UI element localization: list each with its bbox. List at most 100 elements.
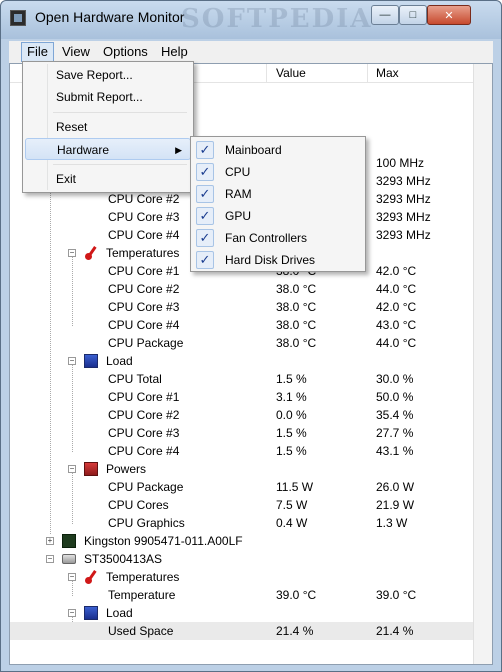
menu-item-label: Hard Disk Drives [225,253,316,267]
submenu-item-mainboard[interactable]: ✓ Mainboard [193,139,363,161]
menu-item-exit[interactable]: Exit [25,168,191,190]
minimize-button[interactable]: — [371,5,399,25]
tree-row[interactable]: CPU Core #4 38.0 °C 43.0 °C [10,316,474,334]
submenu-item-fan-controllers[interactable]: ✓ Fan Controllers [193,227,363,249]
tree-row[interactable]: CPU Core #4 1.5 % 43.1 % [10,442,474,460]
checkmark-icon: ✓ [196,251,214,269]
menu-item-save-report[interactable]: Save Report... [25,64,191,86]
menu-item-label: Hardware [57,143,110,157]
sensor-name: CPU Core #1 [108,264,180,278]
menu-options[interactable]: Options [98,43,153,61]
menu-item-label: RAM [225,187,252,201]
power-icon [84,462,98,476]
thermometer-icon [84,246,98,260]
close-button[interactable]: ✕ [427,5,471,25]
tree-row[interactable]: Temperature 39.0 °C 39.0 °C [10,586,474,604]
menu-item-hardware[interactable]: Hardware ▶ [25,138,191,160]
expand-icon[interactable]: + [46,537,54,545]
tree-group-hdd-temperatures[interactable]: − Temperatures [10,568,474,586]
checkmark-icon: ✓ [196,207,214,225]
collapse-icon[interactable]: − [68,465,76,473]
value-cell: 38.0 °C [276,300,317,314]
tree-row[interactable]: CPU Core #3 38.0 °C 42.0 °C [10,298,474,316]
menu-item-reset[interactable]: Reset [25,116,191,138]
value-cell: 1.5 % [276,444,307,458]
tree-group-load[interactable]: − Load [10,352,474,370]
column-max-header[interactable]: Max [376,66,399,80]
tree-row[interactable]: CPU Package 38.0 °C 44.0 °C [10,334,474,352]
watermark: SOFTPEDIA [181,4,373,34]
tree-row[interactable]: CPU Graphics 0.4 W 1.3 W [10,514,474,532]
maximize-button[interactable]: □ [399,5,427,25]
column-separator[interactable] [367,64,368,82]
max-cell: 43.0 °C [376,318,417,332]
collapse-icon[interactable]: − [46,555,54,563]
tree-group-hdd-load[interactable]: − Load [10,604,474,622]
submenu-item-hard-disk-drives[interactable]: ✓ Hard Disk Drives [193,249,363,271]
collapse-icon[interactable]: − [68,573,76,581]
sensor-name: CPU Core #3 [108,426,180,440]
collapse-icon[interactable]: − [68,357,76,365]
value-cell: 1.5 % [276,372,307,386]
tree-device-hdd[interactable]: − ST3500413AS [10,550,474,568]
collapse-icon[interactable]: − [68,609,76,617]
checkmark-icon: ✓ [196,163,214,181]
tree-row[interactable]: CPU Total 1.5 % 30.0 % [10,370,474,388]
submenu-item-gpu[interactable]: ✓ GPU [193,205,363,227]
sensor-name: Temperature [108,588,176,602]
max-cell: 30.0 % [376,372,414,386]
hardware-submenu: ✓ Mainboard ✓ CPU ✓ RAM ✓ GPU ✓ Fan Cont… [190,136,366,272]
max-cell: 42.0 °C [376,300,417,314]
value-cell: 3.1 % [276,390,307,404]
menu-item-label: Fan Controllers [225,231,308,245]
group-label: Load [106,606,133,620]
device-name: Kingston 9905471-011.A00LF [84,534,243,548]
submenu-item-ram[interactable]: ✓ RAM [193,183,363,205]
app-icon [10,10,26,26]
tree-row[interactable]: CPU Core #2 0.0 % 35.4 % [10,406,474,424]
max-cell: 35.4 % [376,408,414,422]
tree-row[interactable]: CPU Core #1 3.1 % 50.0 % [10,388,474,406]
max-cell: 44.0 °C [376,282,417,296]
sensor-name: CPU Cores [108,498,169,512]
submenu-arrow-icon: ▶ [175,145,182,155]
value-cell: 11.5 W [276,480,314,494]
tree-row[interactable]: CPU Core #3 1.5 % 27.7 % [10,424,474,442]
load-icon [84,606,98,620]
column-separator[interactable] [266,64,267,82]
close-icon: ✕ [444,9,454,22]
window-frame-bottom [9,665,493,669]
submenu-item-cpu[interactable]: ✓ CPU [193,161,363,183]
menu-item-label: Save Report... [56,68,133,82]
tree-row[interactable]: Used Space 21.4 % 21.4 % [10,622,474,640]
max-cell: 50.0 % [376,390,414,404]
menu-item-submit-report[interactable]: Submit Report... [25,86,191,108]
tree-row[interactable]: CPU Cores 7.5 W 21.9 W [10,496,474,514]
hard-disk-icon [62,554,76,564]
collapse-icon[interactable]: − [68,249,76,257]
tree-group-powers[interactable]: − Powers [10,460,474,478]
menu-item-label: CPU [225,165,251,179]
title-bar[interactable]: Open Hardware Monitor SOFTPEDIA — □ ✕ [1,1,501,39]
menu-view[interactable]: View [57,43,95,61]
tree-row[interactable]: CPU Core #2 38.0 °C 44.0 °C [10,280,474,298]
menu-item-label: Submit Report... [56,90,143,104]
maximize-icon: □ [409,9,417,21]
minimize-icon: — [379,9,391,21]
max-cell: 21.9 W [376,498,415,512]
menu-help[interactable]: Help [156,43,193,61]
column-value-header[interactable]: Value [276,66,306,80]
menu-item-label: GPU [225,209,252,223]
max-cell: 42.0 °C [376,264,417,278]
sensor-name: CPU Core #4 [108,444,180,458]
vertical-scrollbar[interactable] [473,64,492,664]
max-cell: 44.0 °C [376,336,417,350]
max-cell: 26.0 W [376,480,415,494]
sensor-name: CPU Core #4 [108,228,180,242]
tree-row[interactable]: CPU Package 11.5 W 26.0 W [10,478,474,496]
sensor-name: CPU Core #3 [108,300,180,314]
menu-file[interactable]: File [21,42,54,62]
value-cell: 39.0 °C [276,588,317,602]
max-cell: 3293 MHz [376,174,431,188]
tree-device-ram[interactable]: + Kingston 9905471-011.A00LF [10,532,474,550]
